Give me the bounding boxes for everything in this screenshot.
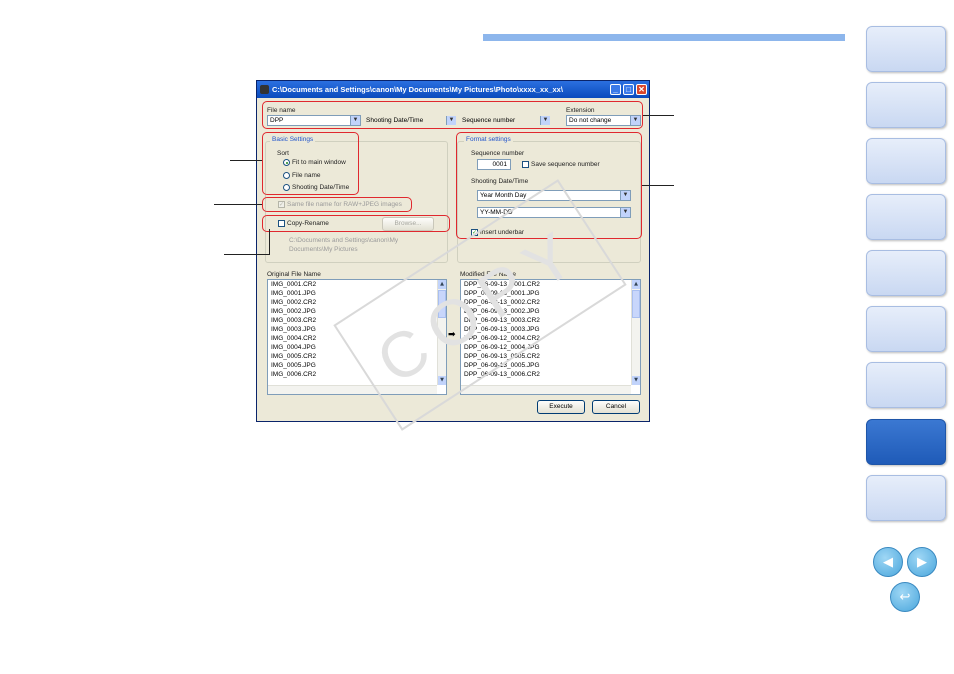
- header-accent-bar: [483, 34, 845, 41]
- callout-line-sort: [230, 160, 262, 161]
- window-title: C:\Documents and Settings\canon\My Docum…: [272, 85, 563, 94]
- side-tab-3[interactable]: [866, 138, 946, 184]
- minimize-button[interactable]: _: [610, 84, 621, 95]
- title-bar: C:\Documents and Settings\canon\My Docum…: [257, 81, 649, 98]
- callout-line-format: [642, 185, 674, 186]
- close-button[interactable]: ✕: [636, 84, 647, 95]
- side-tab-9[interactable]: [866, 475, 946, 521]
- arrow-right-icon: ▶: [917, 554, 927, 570]
- callout-line-copy-vertical: [269, 229, 270, 254]
- vertical-scrollbar[interactable]: ▲ ▼: [631, 280, 640, 385]
- execute-button[interactable]: Execute: [537, 400, 585, 414]
- scroll-up-icon[interactable]: ▲: [632, 280, 640, 289]
- side-tab-5[interactable]: [866, 250, 946, 296]
- original-file-name-label: Original File Name: [267, 271, 321, 278]
- scroll-thumb[interactable]: [632, 290, 640, 318]
- previous-page-button[interactable]: ◀: [873, 547, 903, 577]
- callout-line-same-name: [214, 204, 262, 205]
- callout-line-file-name: [643, 115, 674, 116]
- app-icon: [260, 85, 269, 94]
- side-tab-7[interactable]: [866, 362, 946, 408]
- maximize-button[interactable]: □: [623, 84, 634, 95]
- highlight-file-name: [262, 101, 643, 129]
- side-tab-4[interactable]: [866, 194, 946, 240]
- path-line-2: Documents\My Pictures: [289, 246, 358, 253]
- highlight-sort: [262, 132, 359, 195]
- side-tab-6[interactable]: [866, 306, 946, 352]
- horizontal-scrollbar[interactable]: [461, 385, 631, 394]
- cancel-button[interactable]: Cancel: [592, 400, 640, 414]
- next-page-button[interactable]: ▶: [907, 547, 937, 577]
- side-tab-2[interactable]: [866, 82, 946, 128]
- highlight-same-file-name: [262, 197, 412, 212]
- highlight-copy-rename: [262, 215, 450, 232]
- scroll-down-icon[interactable]: ▼: [632, 376, 640, 385]
- arrow-left-icon: ◀: [883, 554, 893, 570]
- callout-line-copy: [224, 254, 270, 255]
- side-tab-1[interactable]: [866, 26, 946, 72]
- side-tab-8-active[interactable]: [866, 419, 946, 465]
- path-line-1: C:\Documents and Settings\canon\My: [289, 237, 399, 244]
- return-arrow-icon: ↩: [899, 589, 911, 605]
- return-button[interactable]: ↩: [890, 582, 920, 612]
